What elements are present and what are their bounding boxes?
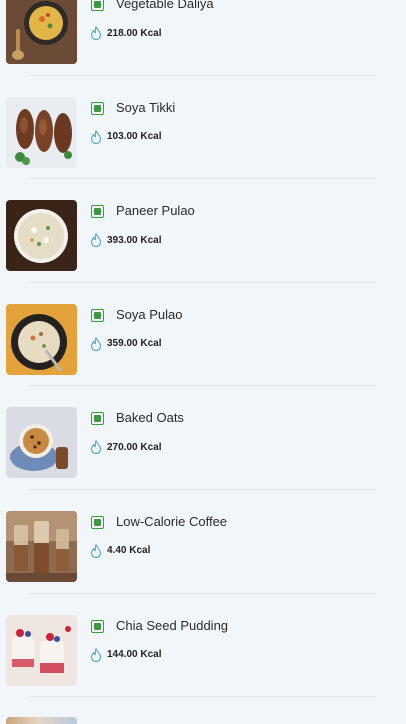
- veg-indicator-icon: [91, 308, 104, 322]
- veg-indicator-icon: [91, 412, 104, 426]
- food-image[interactable]: [6, 303, 77, 375]
- food-name: Paneer Pulao: [116, 203, 195, 219]
- flame-icon: [90, 440, 102, 455]
- food-image[interactable]: [6, 0, 77, 64]
- flame-icon: [90, 26, 102, 40]
- flame-icon: [90, 129, 102, 144]
- calorie-value: 393.00 Kcal: [107, 234, 162, 246]
- calorie-value: 218.00 Kcal: [107, 27, 162, 39]
- food-image[interactable]: [6, 407, 77, 479]
- flame-icon: [90, 336, 102, 351]
- food-name: Soya Tikki: [116, 99, 176, 115]
- veg-indicator-icon: [91, 205, 104, 219]
- food-name: Soya Pulao: [116, 306, 183, 322]
- food-image[interactable]: [6, 96, 77, 168]
- list-item[interactable]: Low-Calorie Coffee 4.40 Kcal: [0, 490, 406, 594]
- calorie-value: 359.00 Kcal: [107, 338, 162, 350]
- food-image[interactable]: [6, 614, 77, 686]
- calorie-info: 144.00 Kcal: [90, 647, 162, 662]
- list-item[interactable]: Soya Pulao 359.00 Kcal: [0, 283, 406, 387]
- next-item-image-partial[interactable]: [6, 717, 77, 724]
- list-item[interactable]: Baked Oats 270.00 Kcal: [0, 386, 406, 490]
- food-name: Low-Calorie Coffee: [116, 513, 228, 529]
- veg-indicator-icon: [91, 101, 104, 115]
- flame-icon: [90, 233, 102, 248]
- flame-icon: [90, 647, 102, 662]
- calorie-info: 218.00 Kcal: [90, 26, 162, 40]
- veg-indicator-icon: [91, 515, 104, 529]
- veg-indicator-icon: [91, 0, 104, 11]
- calorie-info: 103.00 Kcal: [90, 129, 162, 144]
- food-list: Vegetable Daliya 218.00 Kcal Soya Tikki …: [0, 0, 406, 698]
- calorie-value: 4.40 Kcal: [107, 545, 151, 557]
- calorie-info: 359.00 Kcal: [90, 336, 162, 351]
- list-item[interactable]: Chia Seed Pudding 144.00 Kcal: [0, 594, 406, 698]
- flame-icon: [90, 543, 102, 558]
- calorie-info: 4.40 Kcal: [90, 543, 151, 558]
- list-item[interactable]: Paneer Pulao 393.00 Kcal: [0, 179, 406, 283]
- food-name: Baked Oats: [116, 410, 184, 426]
- food-image[interactable]: [6, 510, 77, 582]
- calorie-value: 103.00 Kcal: [107, 131, 162, 143]
- calorie-info: 270.00 Kcal: [90, 440, 162, 455]
- food-image[interactable]: [6, 200, 77, 272]
- calorie-value: 144.00 Kcal: [107, 649, 162, 661]
- list-item[interactable]: Vegetable Daliya 218.00 Kcal: [0, 0, 406, 76]
- calorie-info: 393.00 Kcal: [90, 233, 162, 248]
- veg-indicator-icon: [91, 619, 104, 633]
- divider: [28, 696, 376, 698]
- food-name: Vegetable Daliya: [116, 0, 214, 11]
- calorie-value: 270.00 Kcal: [107, 441, 162, 453]
- food-name: Chia Seed Pudding: [116, 617, 229, 633]
- list-item[interactable]: Soya Tikki 103.00 Kcal: [0, 76, 406, 180]
